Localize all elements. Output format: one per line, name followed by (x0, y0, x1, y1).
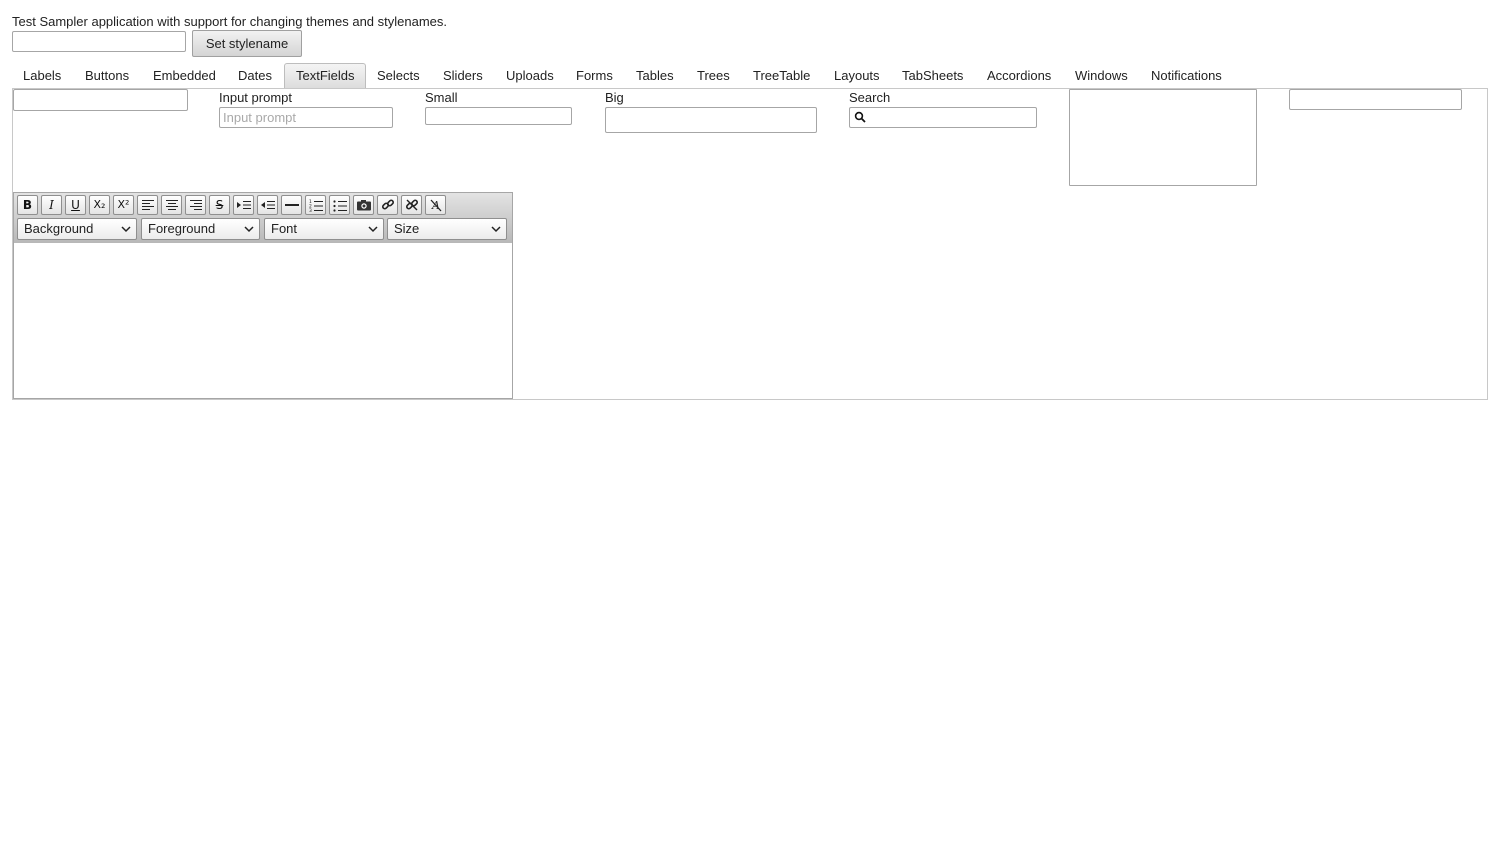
small-text-field[interactable] (425, 107, 572, 125)
superscript-button[interactable]: X² (113, 195, 134, 215)
tab-panel-textfields: Input prompt Input prompt Small Big Sear… (12, 88, 1488, 400)
foreground-select-value: Foreground (148, 221, 216, 236)
search-field[interactable] (849, 107, 1037, 128)
font-select-value: Font (271, 221, 298, 236)
chevron-down-icon (491, 226, 501, 233)
chevron-down-icon (244, 226, 254, 233)
align-left-button[interactable] (137, 195, 158, 215)
search-icon (854, 111, 866, 123)
chevron-down-icon (121, 226, 131, 233)
insert-image-button[interactable] (353, 195, 374, 215)
plain-text-field[interactable] (13, 89, 188, 111)
link-icon (381, 199, 394, 210)
stylename-input[interactable] (12, 31, 186, 52)
create-link-button[interactable] (377, 195, 398, 215)
tab-layouts[interactable]: Layouts (823, 63, 891, 89)
outdent-icon (260, 201, 275, 209)
tab-accordions[interactable]: Accordions (976, 63, 1062, 89)
ordered-list-button[interactable]: 123 (305, 195, 326, 215)
underline-button[interactable]: U (65, 195, 86, 215)
align-left-icon (141, 200, 154, 210)
unlink-icon (405, 199, 418, 211)
align-center-icon (165, 200, 178, 210)
tab-windows[interactable]: Windows (1064, 63, 1139, 89)
search-caption: Search (849, 90, 891, 105)
indent-icon (236, 201, 251, 209)
outdent-button[interactable] (257, 195, 278, 215)
horizontal-rule-icon (284, 204, 299, 206)
unordered-list-icon (332, 200, 347, 212)
tab-textfields[interactable]: TextFields (284, 63, 366, 89)
big-caption: Big (605, 90, 624, 105)
strikethrough-button[interactable]: S (209, 195, 230, 215)
tab-dates[interactable]: Dates (227, 63, 283, 89)
indent-button[interactable] (233, 195, 254, 215)
align-center-button[interactable] (161, 195, 182, 215)
big-text-field[interactable] (605, 107, 817, 133)
tab-tabsheets[interactable]: TabSheets (891, 63, 974, 89)
input-prompt-placeholder: Input prompt (223, 110, 296, 125)
tab-buttons[interactable]: Buttons (74, 63, 140, 89)
tab-notifications[interactable]: Notifications (1140, 63, 1233, 89)
tab-tables[interactable]: Tables (625, 63, 685, 89)
size-select[interactable]: Size (387, 218, 507, 240)
tab-trees[interactable]: Trees (686, 63, 741, 89)
right-text-field[interactable] (1289, 89, 1462, 110)
svg-text:3: 3 (309, 208, 312, 214)
tab-sliders[interactable]: Sliders (432, 63, 494, 89)
rich-text-toolbar: B I U X₂ X² S 12 3 Background Foreground… (14, 193, 512, 243)
ordered-list-icon: 123 (309, 199, 323, 214)
align-right-icon (189, 200, 202, 210)
tab-uploads[interactable]: Uploads (495, 63, 565, 89)
size-select-value: Size (394, 221, 420, 236)
remove-link-button[interactable] (401, 195, 422, 215)
background-select-value: Background (24, 221, 94, 236)
tab-selects[interactable]: Selects (366, 63, 431, 89)
chevron-down-icon (368, 226, 378, 233)
unordered-list-button[interactable] (329, 195, 350, 215)
italic-button[interactable]: I (41, 195, 62, 215)
input-prompt-field[interactable]: Input prompt (219, 107, 393, 128)
tab-forms[interactable]: Forms (565, 63, 624, 89)
input-prompt-caption: Input prompt (219, 90, 292, 105)
camera-icon (356, 200, 371, 211)
intro-text: Test Sampler application with support fo… (12, 14, 448, 29)
subscript-button[interactable]: X₂ (89, 195, 110, 215)
bold-button[interactable]: B (17, 195, 38, 215)
tab-bar: Labels Buttons Embedded Dates TextFields… (12, 63, 1488, 89)
horizontal-rule-button[interactable] (281, 195, 302, 215)
align-right-button[interactable] (185, 195, 206, 215)
small-caption: Small (425, 90, 458, 105)
font-select[interactable]: Font (264, 218, 384, 240)
tab-labels[interactable]: Labels (12, 63, 72, 89)
remove-format-icon: A (430, 199, 441, 212)
text-area[interactable] (1069, 89, 1257, 186)
set-stylename-button[interactable]: Set stylename (192, 30, 302, 57)
tab-treetable[interactable]: TreeTable (742, 63, 821, 89)
background-select[interactable]: Background (17, 218, 137, 240)
tab-embedded[interactable]: Embedded (142, 63, 227, 89)
rich-text-editor-body[interactable] (14, 243, 512, 398)
remove-format-button[interactable]: A (425, 195, 446, 215)
rich-text-area: B I U X₂ X² S 12 3 Background Foreground… (13, 192, 513, 399)
foreground-select[interactable]: Foreground (141, 218, 260, 240)
